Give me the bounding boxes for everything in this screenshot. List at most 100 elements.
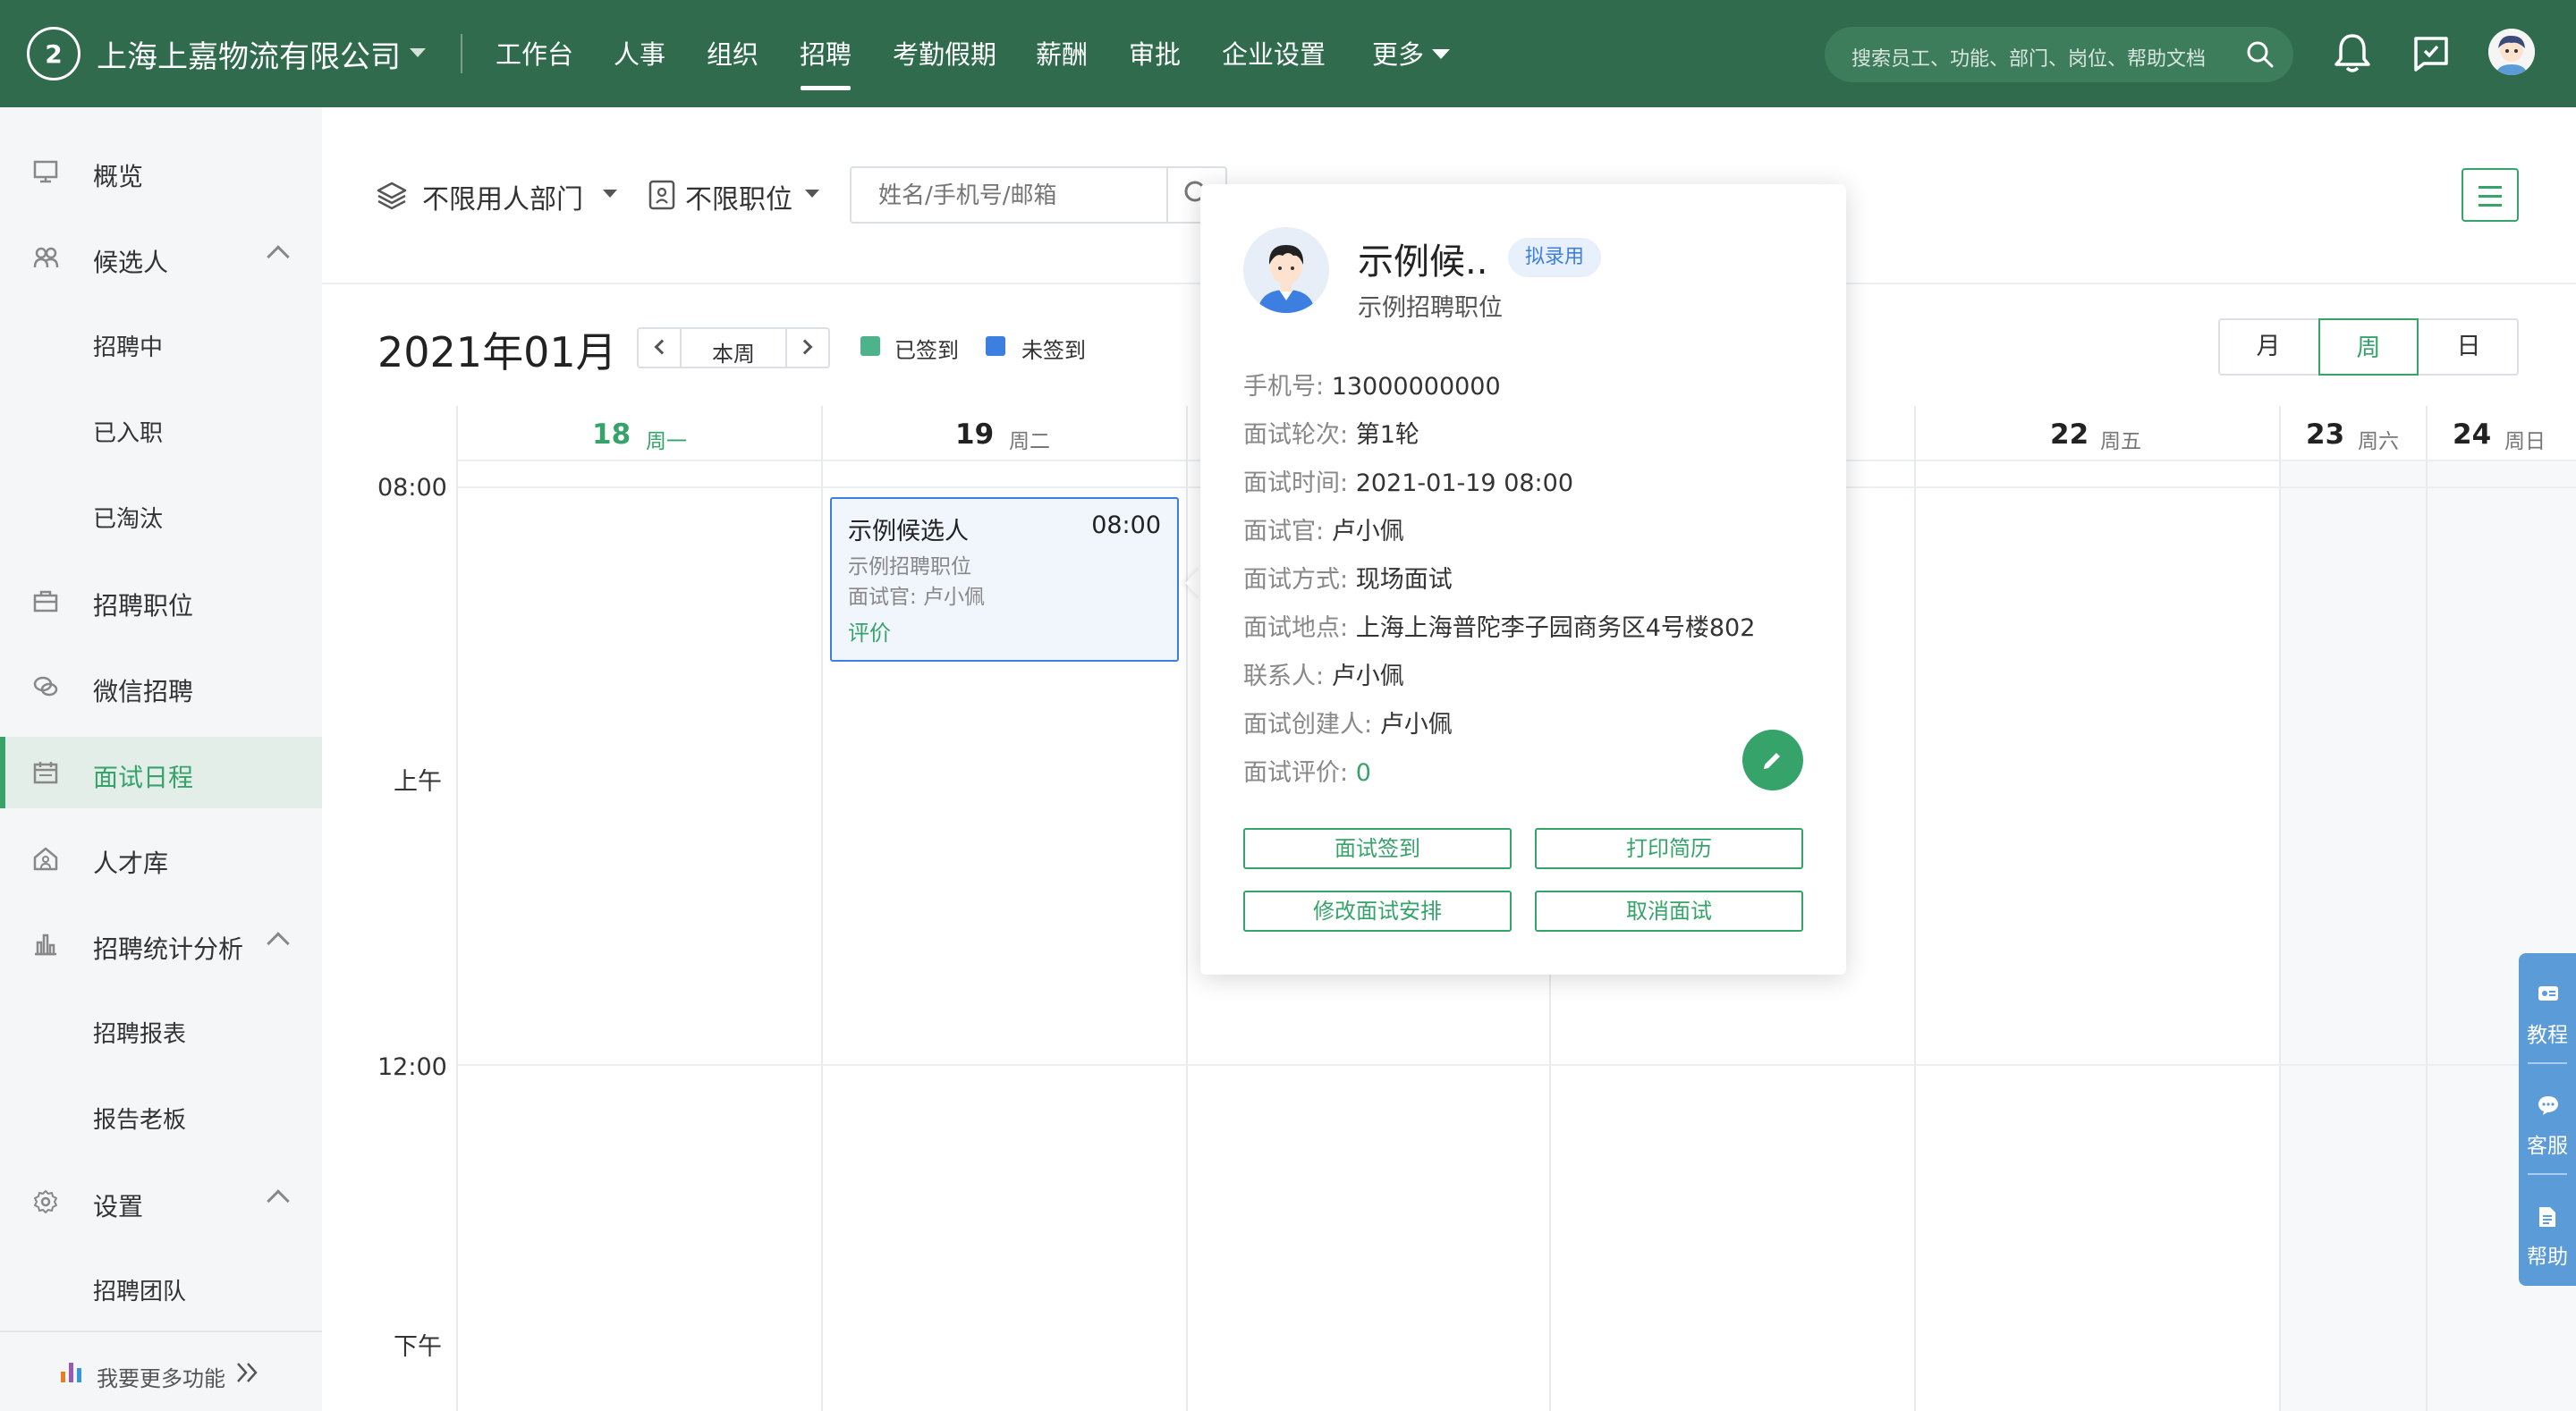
chevron-up-icon[interactable]: [267, 932, 290, 955]
grid-column-line: [2426, 406, 2428, 1411]
edit-button[interactable]: [1742, 730, 1803, 790]
global-search[interactable]: 搜索员工、功能、部门、岗位、帮助文档: [1825, 27, 2293, 82]
sidebar-item-settings[interactable]: 设置: [0, 1166, 322, 1238]
nav-attendance[interactable]: 考勤假期: [893, 34, 996, 72]
sidebar-item-statistics[interactable]: 招聘统计分析: [0, 908, 322, 980]
chevron-down-icon[interactable]: [603, 190, 617, 198]
prev-week-button[interactable]: [639, 329, 682, 367]
legend-signed: 已签到: [894, 338, 959, 363]
top-bar: 2 上海上嘉物流有限公司 工作台 人事 组织 招聘 考勤假期 薪酬 审批 企业设…: [0, 0, 2576, 107]
user-avatar[interactable]: [2488, 29, 2535, 75]
sidebar-subitem-onboarded[interactable]: 已入职: [93, 415, 163, 448]
event-interviewer: 面试官: 卢小佩: [848, 586, 986, 609]
day-number: 23: [2306, 418, 2345, 451]
detail-key: 面试官:: [1243, 518, 1325, 545]
customer-service-button[interactable]: 客服: [2519, 1064, 2576, 1175]
grid-column-line: [2279, 406, 2281, 1411]
interview-event[interactable]: 示例候选人 08:00 示例招聘职位 面试官: 卢小佩 评价: [830, 497, 1179, 662]
company-logo[interactable]: 2: [27, 27, 80, 80]
next-week-button[interactable]: [785, 329, 828, 367]
message-check-icon[interactable]: [2411, 34, 2451, 73]
nav-workbench[interactable]: 工作台: [496, 34, 573, 72]
position-filter[interactable]: 不限职位: [685, 177, 792, 216]
interview-detail-popover: 示例候.. 拟录用 示例招聘职位 手机号: 13000000000 面试轮次: …: [1200, 184, 1846, 975]
nav-enterprise-settings[interactable]: 企业设置: [1222, 34, 1326, 72]
this-week-button[interactable]: 本周: [682, 336, 785, 368]
search-placeholder: 搜索员工、功能、部门、岗位、帮助文档: [1852, 48, 2207, 71]
help-label: 帮助: [2527, 1246, 2568, 1269]
nav-approval[interactable]: 审批: [1129, 34, 1181, 72]
sidebar-subitem-hiring[interactable]: 招聘中: [93, 329, 163, 362]
chevron-down-icon[interactable]: [1432, 49, 1450, 59]
wechat-icon: [33, 676, 58, 697]
current-month: 2021年01月: [377, 328, 617, 376]
sidebar-item-talent-pool[interactable]: 人才库: [0, 823, 322, 894]
nav-salary[interactable]: 薪酬: [1036, 34, 1088, 72]
logo-text: 2: [45, 38, 63, 69]
search-icon[interactable]: [2245, 39, 2275, 70]
active-nav-indicator: [801, 86, 851, 90]
detail-contact: 联系人: 卢小佩: [1243, 656, 1404, 691]
chevron-up-icon[interactable]: [267, 1189, 290, 1212]
detail-value: 第1轮: [1355, 421, 1419, 449]
day-weekday: 周六: [2358, 430, 2399, 453]
name-search-input[interactable]: [878, 182, 1147, 209]
nav-more[interactable]: 更多: [1372, 34, 1424, 72]
legend-unsigned: 未签到: [1021, 338, 1086, 363]
detail-key: 面试时间:: [1243, 469, 1349, 497]
sidebar-subitem-eliminated[interactable]: 已淘汰: [93, 501, 163, 534]
help-button[interactable]: 帮助: [2519, 1175, 2576, 1286]
sidebar-subitem-reports[interactable]: 招聘报表: [93, 1016, 186, 1049]
ticket-icon: [2538, 986, 2558, 1001]
customer-service-label: 客服: [2527, 1135, 2568, 1158]
list-view-button[interactable]: [2462, 168, 2519, 222]
department-filter[interactable]: 不限用人部门: [422, 177, 583, 216]
sidebar-item-overview[interactable]: 概览: [0, 136, 322, 207]
detail-value: 卢小佩: [1331, 663, 1404, 690]
more-features-link[interactable]: 我要更多功能: [0, 1331, 322, 1411]
time-label: 12:00: [377, 1053, 447, 1081]
sidebar-item-interview-schedule[interactable]: 面试日程: [0, 737, 322, 808]
bell-icon[interactable]: [2333, 32, 2372, 75]
company-name[interactable]: 上海上嘉物流有限公司: [97, 32, 401, 76]
document-icon: [2539, 1207, 2555, 1227]
day-number: 24: [2453, 418, 2492, 451]
grid-row-line: [458, 1064, 2576, 1066]
detail-creator: 面试创建人: 卢小佩: [1243, 705, 1453, 739]
tab-day[interactable]: 日: [2419, 318, 2519, 376]
day-weekday: 周五: [2100, 430, 2141, 453]
evaluation-count[interactable]: 0: [1356, 759, 1371, 787]
print-resume-button[interactable]: 打印简历: [1535, 828, 1803, 869]
detail-value: 卢小佩: [1331, 518, 1404, 545]
edit-schedule-button[interactable]: 修改面试安排: [1243, 891, 1512, 932]
view-switcher: 月 周 日: [2218, 318, 2519, 376]
tab-week[interactable]: 周: [2318, 318, 2419, 376]
tutorial-label: 教程: [2527, 1024, 2568, 1047]
nav-recruitment[interactable]: 招聘: [800, 34, 852, 72]
nav-organization[interactable]: 组织: [707, 34, 758, 72]
tutorial-button[interactable]: 教程: [2519, 953, 2576, 1064]
detail-value: 卢小佩: [1379, 711, 1453, 739]
home-icon: [33, 847, 58, 871]
cancel-interview-button[interactable]: 取消面试: [1535, 891, 1803, 932]
chevron-down-icon[interactable]: [410, 48, 426, 57]
candidate-position: 示例招聘职位: [1358, 294, 1503, 322]
detail-key: 面试轮次:: [1243, 421, 1349, 449]
detail-location: 面试地点: 上海上海普陀李子园商务区4号楼802: [1243, 608, 1755, 643]
sidebar-item-wechat-recruit[interactable]: 微信招聘: [0, 651, 322, 722]
sidebar-subitem-recruit-team[interactable]: 招聘团队: [93, 1273, 186, 1306]
day-number: 18: [592, 418, 631, 451]
day-number: 19: [955, 418, 995, 451]
sidebar-item-candidates[interactable]: 候选人: [0, 222, 322, 293]
sidebar-item-job-positions[interactable]: 招聘职位: [0, 565, 322, 637]
tab-month[interactable]: 月: [2218, 318, 2318, 376]
event-evaluate-link[interactable]: 评价: [848, 615, 891, 646]
nav-personnel[interactable]: 人事: [614, 34, 665, 72]
sidebar-subitem-report-boss[interactable]: 报告老板: [93, 1102, 186, 1135]
chevron-up-icon[interactable]: [267, 245, 290, 268]
chevron-down-icon[interactable]: [805, 190, 819, 198]
event-position: 示例招聘职位: [848, 555, 971, 579]
candidate-name: 示例候..: [1358, 241, 1488, 283]
day-number: 22: [2050, 418, 2089, 451]
checkin-button[interactable]: 面试签到: [1243, 828, 1512, 869]
